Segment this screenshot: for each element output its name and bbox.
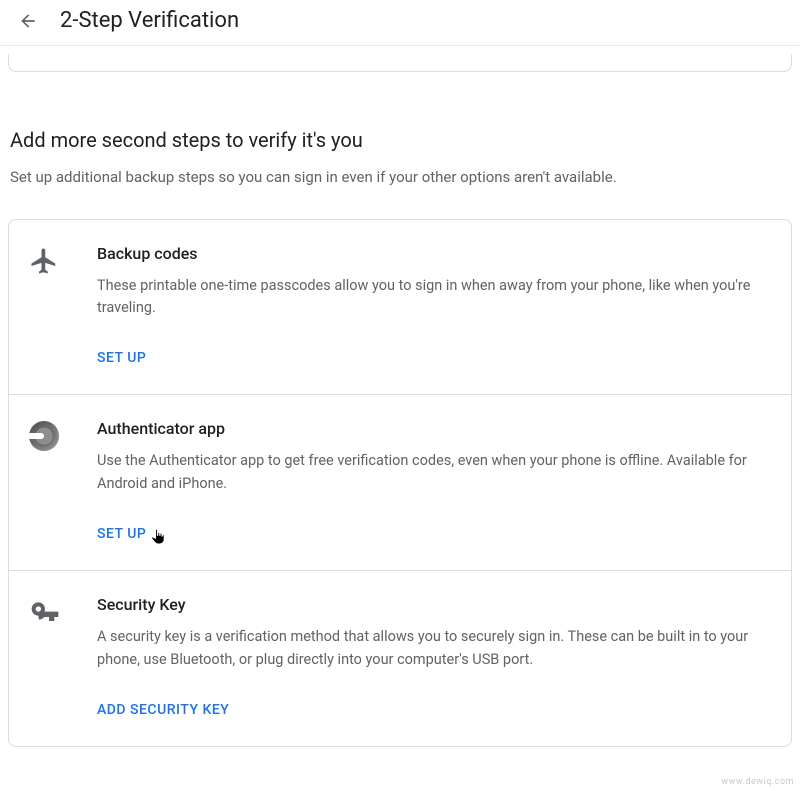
authenticator-icon [29,419,65,542]
key-icon [29,595,65,718]
arrow-left-icon [18,11,38,31]
pointer-cursor-icon [149,527,167,551]
airplane-icon [29,244,65,367]
option-title: Security Key [97,595,767,614]
option-description: A security key is a verification method … [97,626,767,671]
watermark: www.dewiq.com [721,777,794,787]
option-authenticator-app: Authenticator app Use the Authenticator … [9,394,791,570]
option-security-key: Security Key A security key is a verific… [9,570,791,746]
setup-backup-codes-button[interactable]: SET UP [97,350,146,366]
option-description: These printable one-time passcodes allow… [97,275,767,320]
option-title: Authenticator app [97,419,767,438]
option-title: Backup codes [97,244,767,263]
section-subheading: Set up additional backup steps so you ca… [8,166,792,189]
section-add-steps: Add more second steps to verify it's you… [0,128,800,747]
add-security-key-button[interactable]: ADD SECURITY KEY [97,702,229,718]
back-button[interactable] [16,9,40,33]
top-header: 2-Step Verification [0,0,800,46]
option-backup-codes: Backup codes These printable one-time pa… [9,220,791,395]
option-content: Backup codes These printable one-time pa… [97,244,767,367]
option-content: Authenticator app Use the Authenticator … [97,419,767,542]
previous-card-bottom [8,54,792,72]
options-card: Backup codes These printable one-time pa… [8,219,792,748]
option-description: Use the Authenticator app to get free ve… [97,450,767,495]
option-content: Security Key A security key is a verific… [97,595,767,718]
section-heading: Add more second steps to verify it's you [8,128,792,152]
setup-authenticator-button[interactable]: SET UP [97,526,146,542]
page-title: 2-Step Verification [60,8,239,33]
